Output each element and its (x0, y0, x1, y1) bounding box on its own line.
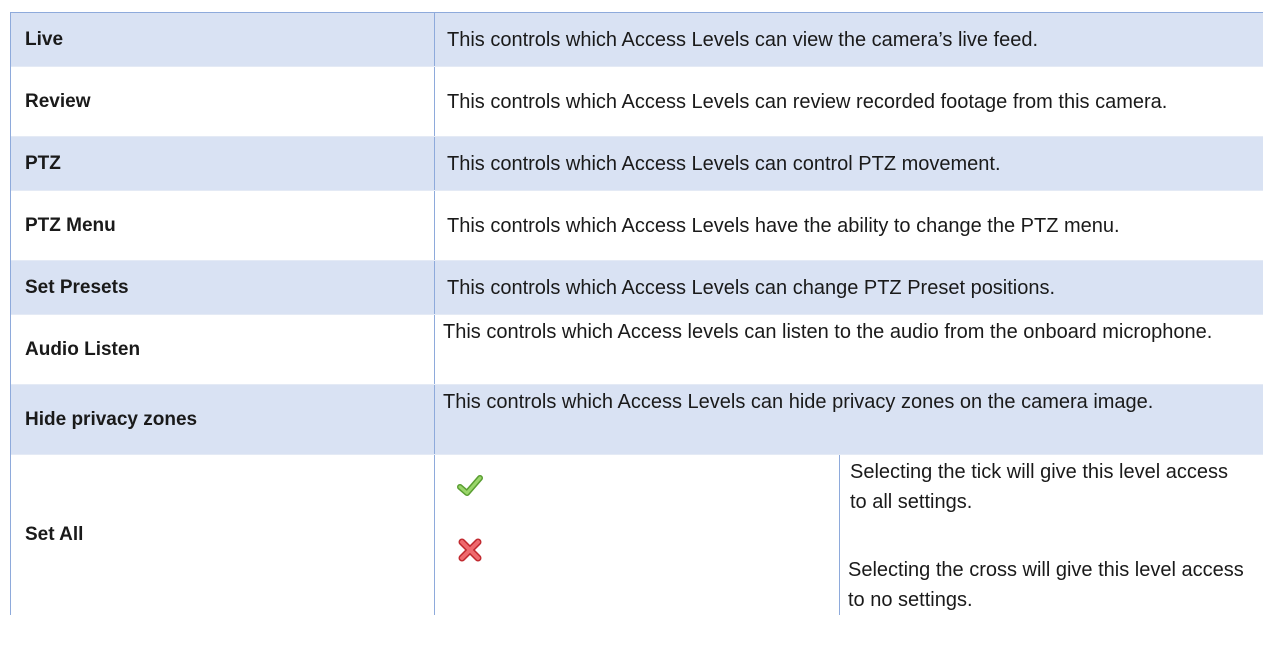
row-description: This controls which Access Levels can co… (447, 152, 1001, 175)
row-description: This controls which Access levels can li… (443, 321, 1213, 343)
row-label: Set Presets (11, 261, 435, 314)
table-row-audio-listen: Audio Listen This controls which Access … (11, 315, 1263, 385)
table-row-review: Review This controls which Access Levels… (11, 67, 1263, 137)
row-description: This controls which Access Levels have t… (447, 214, 1120, 237)
row-label: Set All (11, 455, 435, 615)
tick-note: Selecting the tick will give this level … (850, 461, 1228, 513)
row-label: PTZ (11, 137, 435, 190)
table-row-set-presets: Set Presets This controls which Access L… (11, 261, 1263, 315)
row-label: Live (11, 13, 435, 66)
set-all-notes: Selecting the tick will give this level … (840, 455, 1263, 615)
cross-icon[interactable] (457, 537, 483, 563)
row-label: PTZ Menu (11, 191, 435, 260)
row-description: This controls which Access Levels can hi… (443, 391, 1154, 413)
row-description: This controls which Access Levels can vi… (447, 28, 1039, 51)
row-label: Audio Listen (11, 315, 435, 384)
table-row-ptz-menu: PTZ Menu This controls which Access Leve… (11, 191, 1263, 261)
row-description: This controls which Access Levels can re… (447, 90, 1168, 113)
table-row-live: Live This controls which Access Levels c… (11, 13, 1263, 67)
cross-note: Selecting the cross will give this level… (848, 559, 1244, 611)
table-row-set-all: Set All Selecting the tick will give thi… (11, 455, 1263, 615)
set-all-icons (435, 455, 840, 615)
table-row-ptz: PTZ This controls which Access Levels ca… (11, 137, 1263, 191)
row-description: This controls which Access Levels can ch… (447, 276, 1056, 299)
table-row-hide-privacy-zones: Hide privacy zones This controls which A… (11, 385, 1263, 455)
row-label: Review (11, 67, 435, 136)
permissions-table: Live This controls which Access Levels c… (10, 12, 1263, 615)
checkmark-icon[interactable] (457, 473, 483, 499)
row-label: Hide privacy zones (11, 385, 435, 454)
